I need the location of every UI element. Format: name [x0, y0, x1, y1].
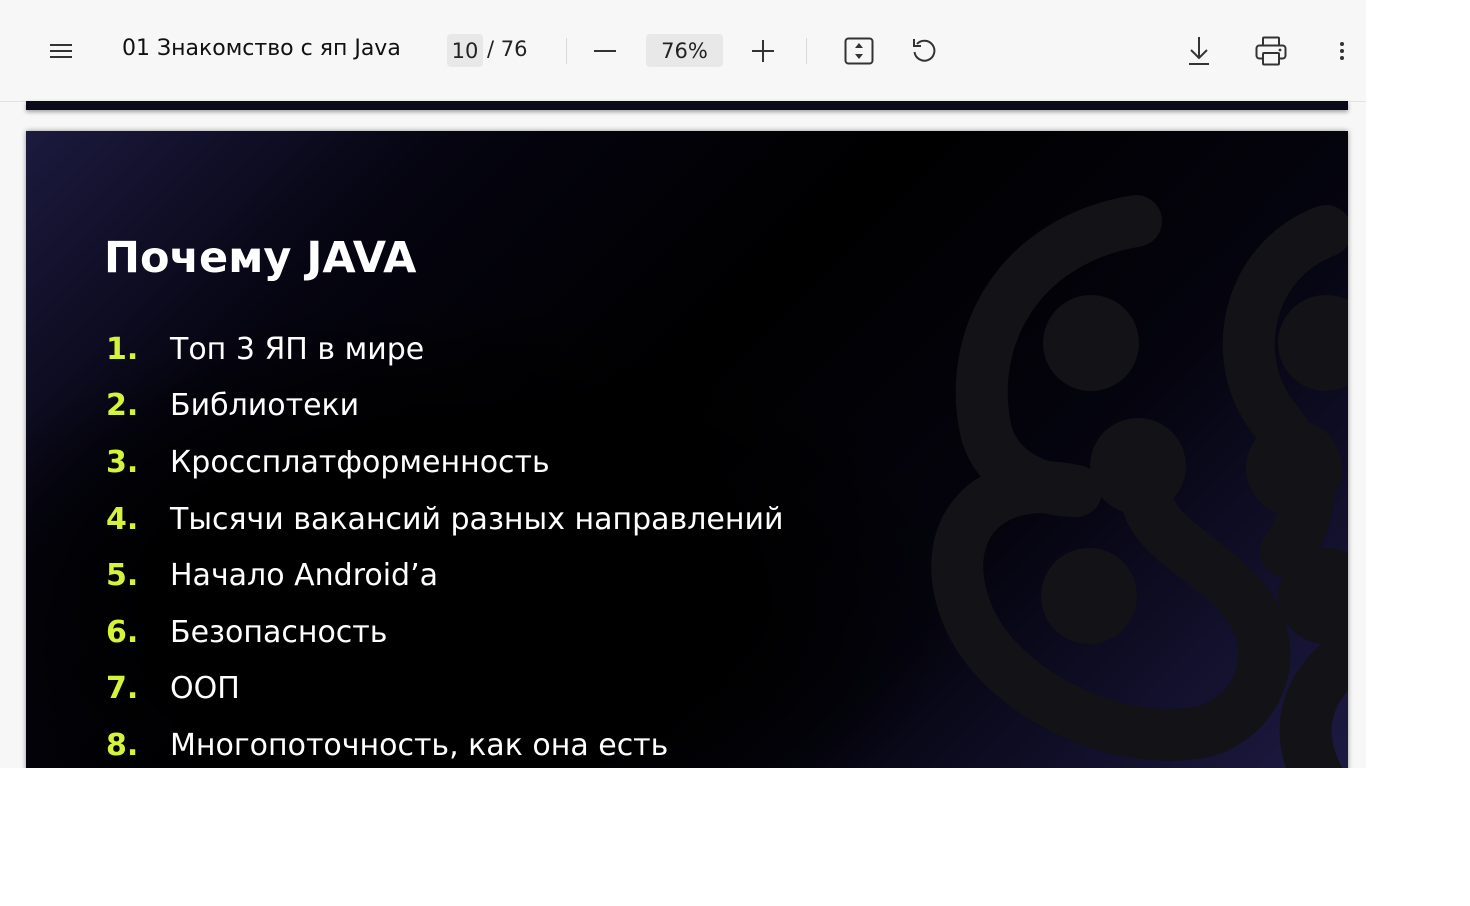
list-item-number: 4.	[106, 501, 139, 537]
toolbar-divider	[806, 38, 807, 64]
background-logo-decoration	[931, 195, 1348, 768]
more-vertical-icon	[1340, 42, 1344, 60]
list-item-text: Топ 3 ЯП в мире	[170, 331, 425, 367]
rotate-button[interactable]	[907, 33, 941, 67]
reasons-list: 1. Топ 3 ЯП в мире 2. Библиотеки 3. Крос…	[106, 321, 783, 768]
list-item: 8. Многопоточность, как она есть	[106, 717, 783, 768]
list-item-text: Многопоточность, как она есть	[170, 727, 669, 763]
fit-to-page-button[interactable]	[841, 33, 877, 69]
minus-icon	[594, 50, 616, 52]
list-item-text: Начало Android’а	[170, 558, 439, 594]
previous-page-edge	[26, 101, 1348, 110]
list-item-text: Кроссплатформенность	[170, 444, 550, 480]
list-item-text: ООП	[170, 671, 240, 707]
list-item-number: 3.	[106, 444, 139, 480]
more-options-button[interactable]	[1330, 33, 1354, 69]
list-item-number: 6.	[106, 614, 139, 650]
list-item-number: 8.	[106, 727, 139, 763]
download-button[interactable]	[1182, 32, 1216, 70]
toolbar-divider	[566, 38, 567, 64]
list-item: 6. Безопасность	[106, 604, 783, 661]
zoom-in-button[interactable]	[746, 34, 780, 68]
hamburger-menu-icon	[50, 44, 72, 58]
list-item-text: Библиотеки	[170, 388, 360, 424]
list-item-number: 2.	[106, 388, 139, 424]
list-item-text: Тысячи вакансий разных направлений	[170, 501, 784, 537]
page-total: / 76	[487, 37, 528, 61]
page-number-input[interactable]: 10	[447, 34, 483, 67]
pdf-toolbar: 01 Знакомство с яп Java 10 / 76 76%	[0, 0, 1366, 102]
pdf-viewer: 01 Знакомство с яп Java 10 / 76 76% Поче…	[0, 0, 1366, 768]
fit-to-page-icon	[844, 37, 874, 65]
menu-button[interactable]	[44, 34, 78, 68]
download-icon	[1189, 37, 1209, 65]
list-item: 1. Топ 3 ЯП в мире	[106, 321, 783, 378]
slide-title: Почему JAVA	[104, 233, 417, 283]
list-item: 7. ООП	[106, 661, 783, 718]
list-item-number: 7.	[106, 671, 139, 707]
list-item: 4. Тысячи вакансий разных направлений	[106, 491, 783, 548]
list-item: 3. Кроссплатформенность	[106, 434, 783, 491]
plus-icon	[752, 40, 774, 62]
list-item: 2. Библиотеки	[106, 378, 783, 435]
list-item-number: 5.	[106, 558, 139, 594]
zoom-level-input[interactable]: 76%	[646, 34, 723, 67]
print-icon	[1255, 36, 1287, 66]
list-item-text: Безопасность	[170, 614, 388, 650]
list-item: 5. Начало Android’а	[106, 547, 783, 604]
list-item-number: 1.	[106, 331, 139, 367]
zoom-out-button[interactable]	[588, 34, 622, 68]
pdf-page-slide: Почему JAVA 1. Топ 3 ЯП в мире 2. Библио…	[26, 131, 1348, 768]
rotate-icon	[913, 39, 936, 62]
document-title: 01 Знакомство с яп Java	[122, 36, 401, 61]
print-button[interactable]	[1253, 33, 1289, 69]
